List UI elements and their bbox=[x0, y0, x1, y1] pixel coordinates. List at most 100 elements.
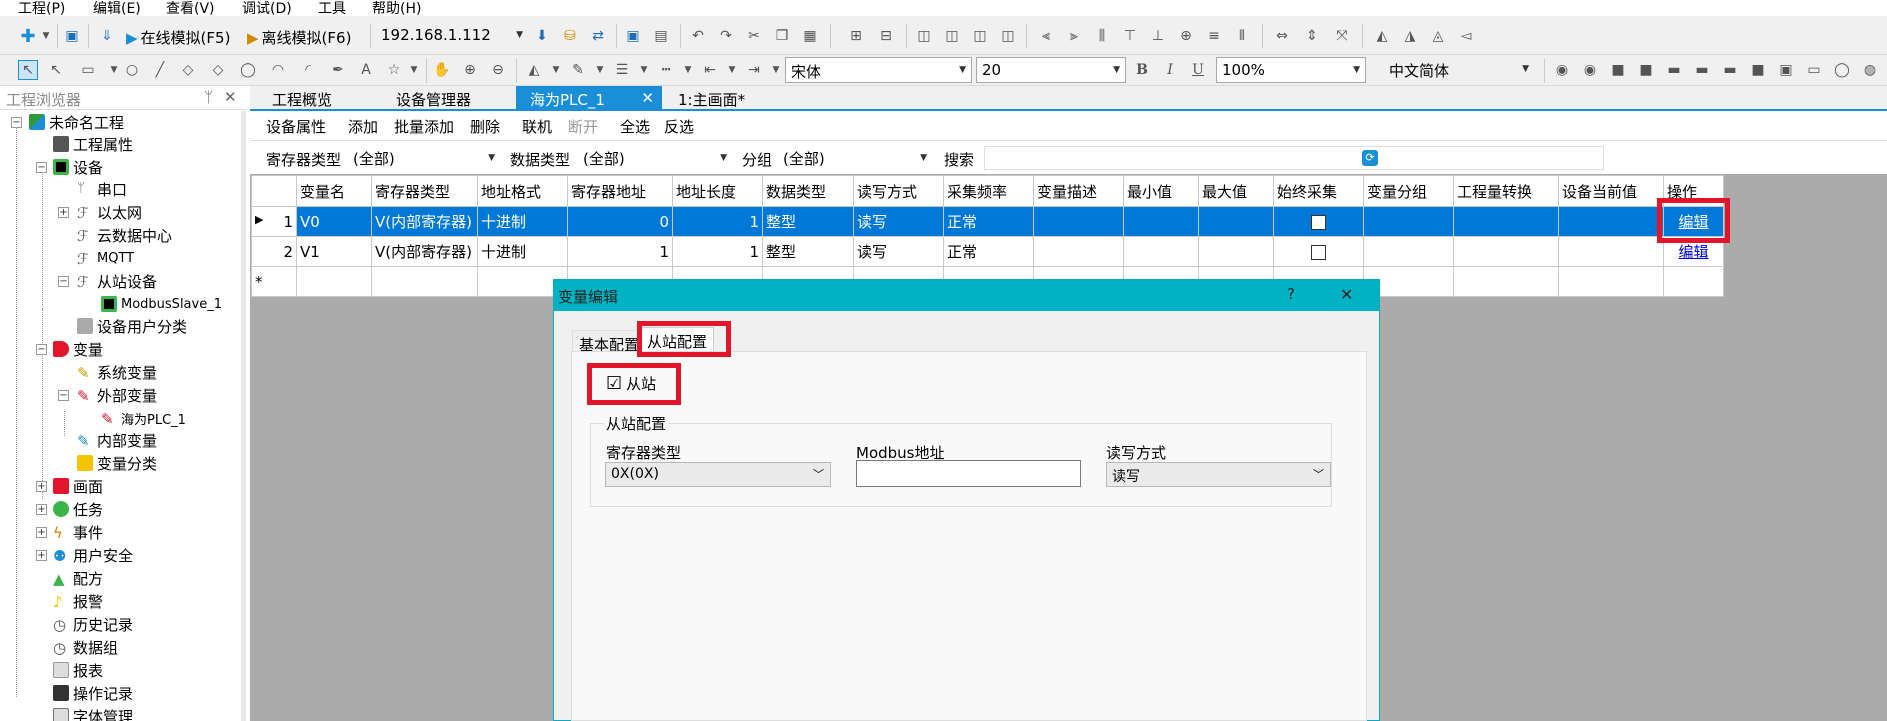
shape-style-icon[interactable]: ■ bbox=[1636, 60, 1656, 80]
shape-style-icon[interactable]: ◯ bbox=[1832, 60, 1852, 80]
tree-history[interactable]: ◷ 历史记录 bbox=[53, 613, 133, 635]
upload-icon[interactable]: ⛁ bbox=[560, 26, 580, 46]
cell-conversion[interactable] bbox=[1453, 206, 1559, 237]
pin-icon[interactable]: ᛘ bbox=[204, 88, 213, 106]
tree-slave[interactable]: ℱ 从站设备 bbox=[77, 270, 157, 292]
align-right-icon[interactable]: ⫸ bbox=[1064, 26, 1084, 46]
menu-edit[interactable]: 编辑(E) bbox=[93, 0, 141, 18]
globe-icon[interactable]: ◍ bbox=[1860, 60, 1880, 80]
cell-reg[interactable]: V(内部寄存器) bbox=[371, 206, 478, 237]
reg-type-select[interactable]: 0X(0X) ﹀ bbox=[605, 462, 831, 487]
add-button[interactable]: 添加 bbox=[348, 116, 378, 137]
dropdown-arrow-icon[interactable]: ▼ bbox=[546, 60, 566, 80]
cell-desc[interactable] bbox=[1033, 236, 1124, 267]
cell-len[interactable]: 1 bbox=[672, 236, 763, 267]
copy-icon[interactable]: ❐ bbox=[772, 26, 792, 46]
shape-style-icon[interactable]: ◉ bbox=[1580, 60, 1600, 80]
tree-font-mgr[interactable]: 字体管理 bbox=[53, 705, 133, 721]
rotate-left-icon[interactable]: ◬ bbox=[1428, 26, 1448, 46]
group-icon[interactable]: ⊞ bbox=[846, 26, 866, 46]
bold-button[interactable]: B bbox=[1132, 60, 1152, 80]
tree-data-group[interactable]: ◷ 数据组 bbox=[53, 636, 118, 658]
table-row[interactable]: 2 V1 V(内部寄存器) 十进制 1 1 整型 读写 正常 编辑 bbox=[251, 236, 1724, 267]
tree-project-props[interactable]: 工程属性 bbox=[53, 133, 133, 155]
cell-fmt[interactable]: 十进制 bbox=[477, 206, 568, 237]
line-style-icon[interactable]: ┅ bbox=[656, 60, 676, 80]
shape-style-icon[interactable]: ▬ bbox=[1692, 60, 1712, 80]
tree-root[interactable]: 未命名工程 bbox=[29, 111, 124, 133]
cell-name[interactable]: V1 bbox=[296, 236, 372, 267]
hand-icon[interactable]: ✋ bbox=[432, 60, 452, 80]
shape-style-icon[interactable]: ▣ bbox=[1776, 60, 1796, 80]
star-icon[interactable]: ☆ bbox=[384, 60, 404, 80]
tab-device-manager[interactable]: 设备管理器 bbox=[382, 86, 485, 109]
tab-main-screen[interactable]: 1:主画面* bbox=[664, 86, 759, 109]
help-icon[interactable]: ? bbox=[1287, 285, 1295, 303]
close-icon[interactable]: ✕ bbox=[1340, 285, 1353, 304]
tree-variable[interactable]: 变量 bbox=[53, 338, 103, 360]
cell-addr[interactable]: 0 bbox=[567, 206, 673, 237]
circle-icon[interactable]: ○ bbox=[122, 60, 142, 80]
flip-v-icon[interactable]: ◮ bbox=[1400, 26, 1420, 46]
zoom-select[interactable]: 100% ▼ bbox=[1216, 57, 1366, 83]
distribute-v-icon[interactable]: ≡ bbox=[1204, 26, 1224, 46]
menu-tools[interactable]: 工具 bbox=[318, 0, 346, 18]
line-icon[interactable]: ╱ bbox=[150, 60, 170, 80]
same-height-icon[interactable]: ⇕ bbox=[1302, 26, 1322, 46]
cell-group[interactable] bbox=[1363, 206, 1454, 237]
always-collect-checkbox[interactable] bbox=[1311, 214, 1326, 230]
add-icon[interactable]: ✚ bbox=[18, 26, 38, 47]
cell-max[interactable] bbox=[1198, 206, 1274, 237]
arrow-start-icon[interactable]: ⇤ bbox=[700, 60, 720, 80]
batch-add-button[interactable]: 批量添加 bbox=[394, 116, 454, 137]
distribute-h-icon[interactable]: ⦀ bbox=[1232, 26, 1252, 46]
tree-report[interactable]: 报表 bbox=[53, 659, 103, 681]
align-top-icon[interactable]: ⊤ bbox=[1120, 26, 1140, 46]
cell-reg[interactable]: V(内部寄存器) bbox=[371, 236, 478, 267]
forward-icon[interactable]: ◫ bbox=[970, 26, 990, 46]
delete-button[interactable]: 删除 bbox=[470, 116, 500, 137]
italic-button[interactable]: I bbox=[1160, 60, 1180, 80]
cell-dtype[interactable]: 整型 bbox=[762, 206, 854, 237]
zoom-in-icon[interactable]: ⊕ bbox=[460, 60, 480, 80]
send-back-icon[interactable]: ◫ bbox=[942, 26, 962, 46]
arrow-end-icon[interactable]: ⇥ bbox=[744, 60, 764, 80]
dropdown-arrow-icon[interactable]: ▼ bbox=[36, 26, 56, 46]
screen-icon[interactable]: ▤ bbox=[651, 26, 671, 46]
diamond-icon[interactable]: ◇ bbox=[178, 60, 198, 80]
search-input[interactable] bbox=[984, 146, 1604, 170]
fill-color-icon[interactable]: ◭ bbox=[524, 60, 544, 80]
tree-sys-var[interactable]: ✎ 系统变量 bbox=[77, 361, 157, 383]
same-width-icon[interactable]: ⇔ bbox=[1272, 26, 1292, 46]
download-icon[interactable]: ⇓ bbox=[97, 26, 117, 46]
tree-int-var[interactable]: ✎ 内部变量 bbox=[77, 429, 157, 451]
cell-dtype[interactable]: 整型 bbox=[762, 236, 854, 267]
tree-var-cat[interactable]: 变量分类 bbox=[77, 452, 157, 474]
redo-icon[interactable]: ↷ bbox=[716, 26, 736, 46]
ip-address-select[interactable]: 192.168.1.112 ▼ bbox=[376, 23, 528, 49]
tree-plc[interactable]: ✎ 海为PLC_1 bbox=[101, 407, 186, 429]
tree-op-log[interactable]: 操作记录 bbox=[53, 682, 133, 704]
rectangle-icon[interactable]: ▭ bbox=[78, 60, 98, 80]
curve-icon[interactable]: ◜ bbox=[298, 60, 318, 80]
cell-rw[interactable]: 读写 bbox=[853, 236, 944, 267]
cell-min[interactable] bbox=[1123, 206, 1199, 237]
align-bottom-icon[interactable]: ⊥ bbox=[1148, 26, 1168, 46]
cell-group[interactable] bbox=[1363, 236, 1454, 267]
dropdown-arrow-icon[interactable]: ▼ bbox=[722, 60, 742, 80]
tree-mqtt[interactable]: ℱ MQTT bbox=[77, 247, 134, 269]
data-type-filter[interactable]: (全部) ▼ bbox=[580, 146, 732, 170]
cell-conversion[interactable] bbox=[1453, 236, 1559, 267]
connect-button[interactable]: 联机 bbox=[522, 116, 552, 137]
cell-rw[interactable]: 读写 bbox=[853, 206, 944, 237]
font-size-select[interactable]: 20 ▼ bbox=[976, 57, 1126, 83]
menu-debug[interactable]: 调试(D) bbox=[242, 0, 292, 18]
close-icon[interactable]: ✕ bbox=[224, 88, 237, 106]
pointer-icon[interactable]: ↖ bbox=[46, 60, 66, 80]
tab-plc[interactable]: 海为PLC_1 ✕ bbox=[516, 86, 662, 109]
flip-h-icon[interactable]: ◭ bbox=[1372, 26, 1392, 46]
tree-user-security[interactable]: ⚉ 用户安全 bbox=[53, 544, 133, 566]
monitor-icon[interactable]: ▣ bbox=[623, 26, 643, 46]
underline-button[interactable]: U bbox=[1188, 60, 1208, 80]
polygon-icon[interactable]: ◇ bbox=[208, 60, 228, 80]
